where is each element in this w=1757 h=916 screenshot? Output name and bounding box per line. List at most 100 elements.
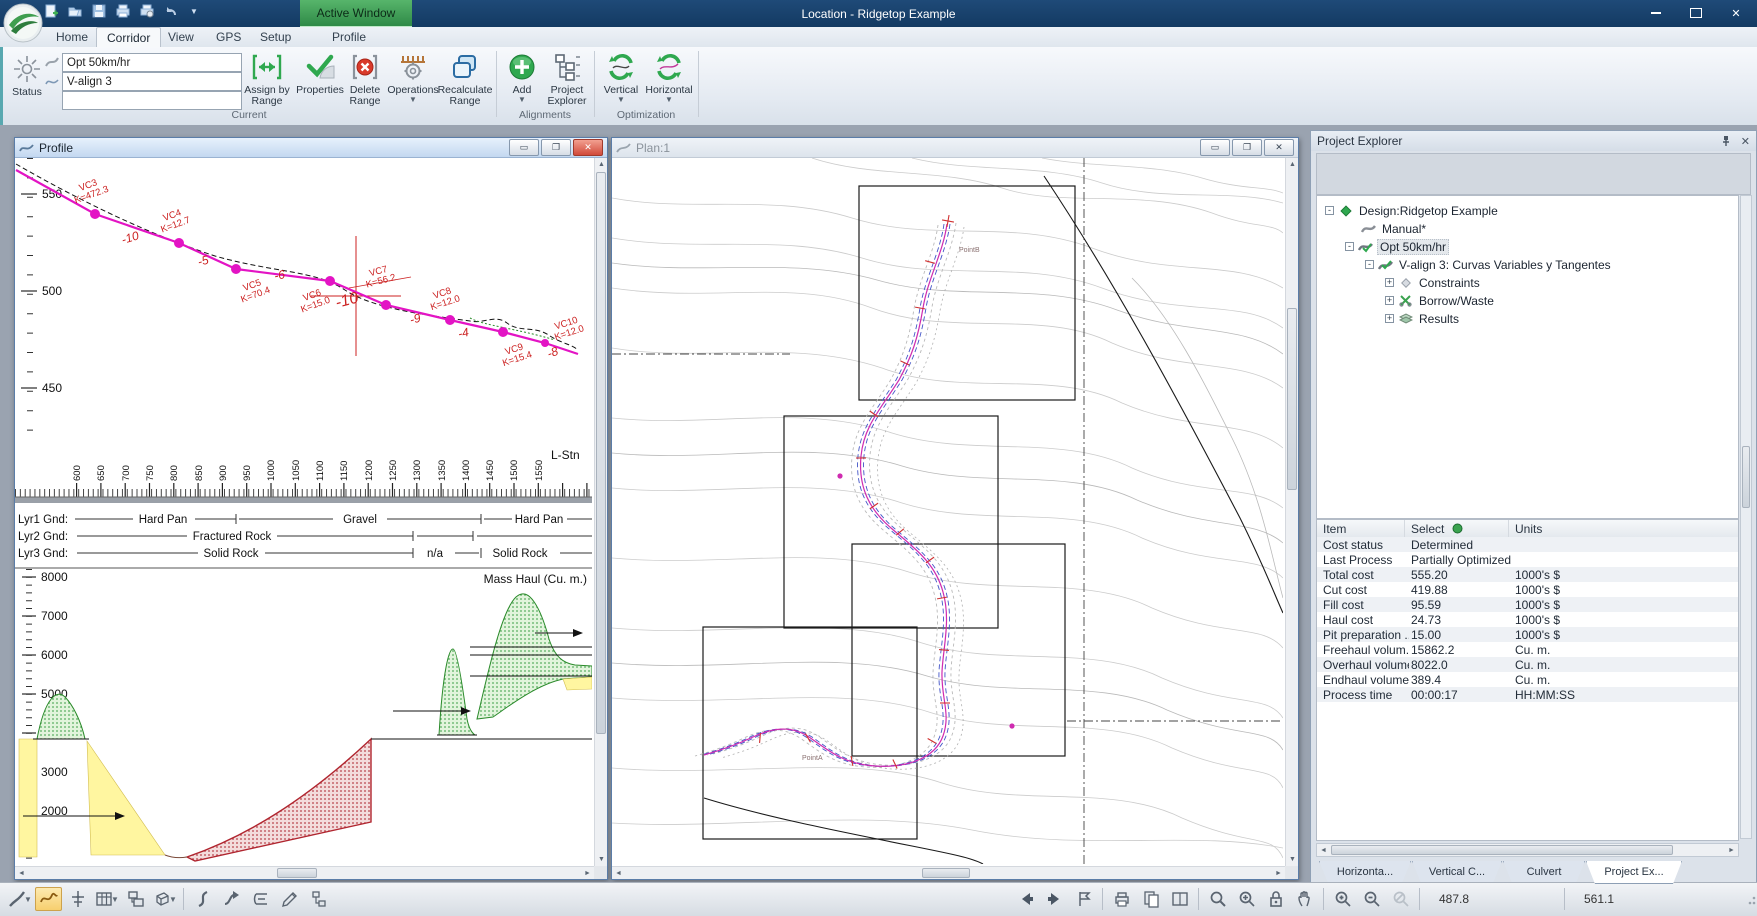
expand-icon[interactable]: + <box>1385 314 1394 323</box>
status-button[interactable]: Status <box>8 51 46 111</box>
scroll-down-icon[interactable]: ▼ <box>595 853 607 866</box>
column-select[interactable]: Select <box>1405 520 1509 537</box>
recalculate-range-button[interactable]: Recalculate Range <box>436 49 494 113</box>
table-row[interactable]: Haul cost24.731000's $ <box>1317 612 1738 627</box>
pin-icon[interactable] <box>1720 135 1732 147</box>
profile-window-titlebar[interactable]: Profile ▭ ❐ ✕ <box>15 138 607 158</box>
cross-section-view-icon[interactable] <box>64 887 91 911</box>
print-icon[interactable] <box>114 2 132 20</box>
plan-view-icon[interactable]: ▼ <box>6 887 33 911</box>
quick-access-more-icon[interactable]: ▼ <box>190 7 198 16</box>
resize-grip[interactable] <box>1748 892 1757 906</box>
columns-view-icon[interactable] <box>1166 887 1193 911</box>
plan-close-button[interactable]: ✕ <box>1264 139 1294 156</box>
print-setup-icon[interactable] <box>138 2 156 20</box>
operations-button[interactable]: Operations ▼ <box>388 49 438 113</box>
horizontal-optimization-button[interactable]: Horizontal ▼ <box>644 49 694 113</box>
new-file-icon[interactable] <box>42 2 60 20</box>
plan-minimize-button[interactable]: ▭ <box>1200 139 1230 156</box>
tab-corridor[interactable]: Corridor <box>96 27 161 48</box>
arrow-curve-icon[interactable] <box>218 887 245 911</box>
maximize-button[interactable] <box>1679 3 1713 23</box>
tab-vertical-c[interactable]: Vertical C... <box>1412 861 1502 883</box>
back-icon[interactable] <box>1012 887 1039 911</box>
delete-range-button[interactable]: Delete Range <box>344 49 386 113</box>
zoom-out-icon[interactable] <box>1358 887 1385 911</box>
tab-home[interactable]: Home <box>46 27 98 47</box>
plan-horizontal-scrollbar[interactable]: ◄ ► <box>612 866 1285 879</box>
expand-icon[interactable]: + <box>1385 278 1394 287</box>
horizontal-dropdown-icon[interactable]: ▼ <box>665 96 673 104</box>
tab-setup[interactable]: Setup <box>250 27 301 47</box>
table-row[interactable]: Overhaul volume8022.0Cu. m. <box>1317 657 1738 672</box>
profile-minimize-button[interactable]: ▭ <box>509 139 539 156</box>
plan-window-titlebar[interactable]: Plan:1 ▭ ❐ ✕ <box>612 138 1298 158</box>
scroll-down-icon[interactable]: ▼ <box>1286 853 1298 866</box>
column-item[interactable]: Item <box>1317 520 1405 537</box>
zoom-region-icon[interactable] <box>1233 887 1260 911</box>
vertical-alignment-field[interactable] <box>62 72 242 91</box>
profile-horizontal-scrollbar[interactable]: ◄ ► <box>15 866 594 879</box>
operations-dropdown-icon[interactable]: ▼ <box>409 96 417 104</box>
pan-hand-icon[interactable] <box>1291 887 1318 911</box>
section-template-icon[interactable] <box>247 887 274 911</box>
tree-item-design[interactable]: - Design:Ridgetop Example <box>1325 202 1500 219</box>
magnifier-icon[interactable] <box>1204 887 1231 911</box>
scroll-up-icon[interactable]: ▲ <box>1286 158 1298 171</box>
table-row[interactable]: Cost statusDetermined <box>1317 537 1738 552</box>
table-row[interactable]: Fill cost95.591000's $ <box>1317 597 1738 612</box>
forward-icon[interactable] <box>1041 887 1068 911</box>
third-alignment-field[interactable] <box>62 91 242 110</box>
lock-icon[interactable] <box>1262 887 1289 911</box>
scroll-left-icon[interactable]: ◄ <box>1317 844 1330 857</box>
minimize-button[interactable] <box>1639 3 1673 23</box>
save-icon[interactable] <box>90 2 108 20</box>
properties-button[interactable]: Properties <box>296 49 344 113</box>
add-alignment-button[interactable]: Add ▼ <box>502 49 542 113</box>
profile-close-button[interactable]: ✕ <box>573 139 603 156</box>
project-explorer-scrollbar[interactable] <box>1740 195 1752 839</box>
curve-tool-icon[interactable] <box>189 887 216 911</box>
view-3d-icon[interactable]: ▼ <box>151 887 178 911</box>
tab-gps[interactable]: GPS <box>206 27 251 47</box>
table-row[interactable]: Pit preparation ...15.001000's $ <box>1317 627 1738 642</box>
tree-item-valign3[interactable]: - V-align 3: Curvas Variables y Tangente… <box>1365 256 1613 273</box>
tab-horizontal[interactable]: Horizonta... <box>1319 861 1411 883</box>
scroll-right-icon[interactable]: ► <box>1272 867 1285 879</box>
scroll-right-icon[interactable]: ► <box>581 867 594 879</box>
panel-close-icon[interactable]: ✕ <box>1741 135 1750 148</box>
table-row[interactable]: Endhaul volume389.4Cu. m. <box>1317 672 1738 687</box>
flag-icon[interactable] <box>1070 887 1097 911</box>
table-row[interactable]: Freehaul volum...15862.2Cu. m. <box>1317 642 1738 657</box>
plan-maximize-button[interactable]: ❐ <box>1232 139 1262 156</box>
printer-icon[interactable] <box>1108 887 1135 911</box>
table-row[interactable]: Cut cost419.881000's $ <box>1317 582 1738 597</box>
tree-item-results[interactable]: + Results <box>1385 310 1461 327</box>
scroll-up-icon[interactable]: ▲ <box>595 158 607 171</box>
table-row[interactable]: Process time00:00:17HH:MM:SS <box>1317 687 1738 702</box>
collapse-icon[interactable]: - <box>1365 260 1374 269</box>
tree-item-borrow-waste[interactable]: + Borrow/Waste <box>1385 292 1496 309</box>
profile-maximize-button[interactable]: ❐ <box>541 139 571 156</box>
profile-view-icon[interactable] <box>35 887 62 911</box>
plan-vertical-scrollbar[interactable]: ▲ ▼ <box>1285 158 1298 866</box>
open-folder-icon[interactable] <box>66 2 84 20</box>
tree-item-opt-50kmhr[interactable]: - Opt 50km/hr <box>1345 238 1449 255</box>
profile-vertical-scrollbar[interactable]: ▲ ▼ <box>594 158 607 866</box>
table-row[interactable]: Last ProcessPartially Optimized <box>1317 552 1738 567</box>
page-layout-icon[interactable] <box>1137 887 1164 911</box>
horizontal-alignment-field[interactable] <box>62 53 242 72</box>
vertical-dropdown-icon[interactable]: ▼ <box>617 96 625 104</box>
collapse-icon[interactable]: - <box>1325 206 1334 215</box>
project-explorer-button[interactable]: Project Explorer <box>544 49 590 113</box>
tree-item-constraints[interactable]: + Constraints <box>1385 274 1482 291</box>
hierarchy-icon[interactable] <box>305 887 332 911</box>
edit-design-icon[interactable] <box>276 887 303 911</box>
data-table-view-icon[interactable]: ▼ <box>93 887 120 911</box>
tab-project-explorer[interactable]: Project Ex... <box>1586 861 1682 884</box>
tab-profile[interactable]: Profile <box>322 27 376 47</box>
tree-item-manual[interactable]: Manual* <box>1361 220 1428 237</box>
zoom-in-icon[interactable] <box>1329 887 1356 911</box>
add-dropdown-icon[interactable]: ▼ <box>518 96 526 104</box>
scroll-left-icon[interactable]: ◄ <box>15 867 28 879</box>
